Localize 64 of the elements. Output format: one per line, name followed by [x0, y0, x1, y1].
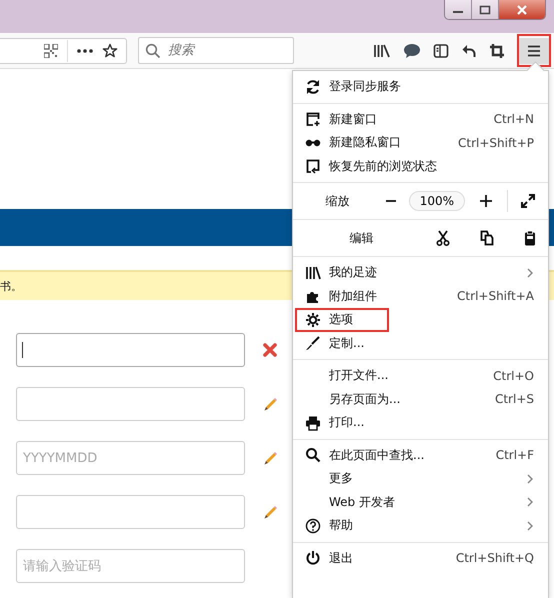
copy-button[interactable]	[480, 230, 494, 246]
menu-item[interactable]: 我的足迹	[295, 261, 548, 284]
sync-icon	[305, 78, 321, 95]
scissors-icon	[436, 230, 450, 246]
cut-button[interactable]	[436, 230, 450, 246]
menu-icon	[519, 38, 549, 64]
menu-item[interactable]: 选项	[295, 308, 389, 332]
input-field[interactable]	[16, 495, 245, 529]
menu-item[interactable]: 打开文件... Ctrl+O	[295, 364, 548, 388]
brush-icon	[305, 335, 321, 352]
menu-item[interactable]: 另存页面为... Ctrl+S	[295, 388, 548, 411]
more-icon[interactable]	[77, 48, 93, 52]
zoom-reset-button[interactable]: 100%	[408, 191, 466, 211]
expand-icon	[520, 193, 536, 209]
new-window-icon	[305, 111, 321, 128]
plus-icon	[479, 194, 494, 208]
paste-button[interactable]	[524, 230, 536, 246]
menu-item[interactable]: 登录同步服务	[295, 75, 548, 98]
menu-item[interactable]: 恢复先前的浏览状态	[295, 154, 548, 178]
menu-item[interactable]: 附加组件 Ctrl+Shift+A	[295, 284, 548, 308]
zoom-label: 缩放	[325, 192, 350, 210]
maximize-button[interactable]	[472, 0, 499, 19]
menu-item[interactable]: 在此页面中查找... Ctrl+F	[295, 444, 548, 467]
help-icon	[305, 518, 321, 534]
settings-icon	[305, 312, 321, 328]
library-icon	[305, 264, 321, 281]
menu-button[interactable]	[517, 34, 551, 67]
power-icon	[305, 550, 321, 566]
menu-item[interactable]: 新建窗口 Ctrl+N	[295, 108, 548, 131]
library-icon[interactable]	[373, 42, 391, 58]
text-cursor	[22, 342, 23, 358]
search-field[interactable]: 搜索	[138, 37, 294, 64]
crop-icon[interactable]	[489, 42, 505, 58]
clipboard-icon	[524, 230, 536, 246]
restore-window-icon	[305, 158, 321, 174]
menu-item[interactable]: 打印...	[295, 411, 548, 434]
close-icon	[516, 4, 528, 14]
fullscreen-button[interactable]	[520, 193, 536, 209]
menu-item[interactable]: 退出 Ctrl+Shift+Q	[295, 546, 548, 570]
sidebar-icon[interactable]	[433, 42, 449, 58]
close-button[interactable]	[499, 0, 545, 19]
search-icon	[305, 447, 321, 464]
menu-item[interactable]: 帮助	[295, 514, 548, 538]
menu-item[interactable]: Web 开发者	[295, 490, 548, 514]
minimize-button[interactable]	[445, 0, 472, 19]
search-icon	[145, 43, 161, 59]
menu-item[interactable]: 定制...	[295, 332, 548, 355]
input-field[interactable]	[16, 333, 245, 367]
input-field[interactable]: 请输入验证码	[16, 549, 245, 583]
address-bar[interactable]	[0, 38, 127, 64]
menu-item[interactable]: 新建隐私窗口 Ctrl+Shift+P	[295, 131, 548, 154]
menu-item[interactable]: 更多	[295, 467, 548, 490]
undo-icon[interactable]	[461, 42, 477, 58]
input-field[interactable]	[16, 387, 245, 421]
input-field[interactable]: YYYYMMDD	[16, 441, 245, 475]
notice-text: 书。	[0, 278, 22, 294]
maximize-icon	[479, 4, 491, 14]
chat-bubble-icon[interactable]	[403, 42, 421, 58]
edit-label: 编辑	[350, 230, 375, 246]
copy-icon	[480, 230, 494, 246]
qr-code-icon[interactable]	[44, 44, 58, 58]
printer-icon	[305, 414, 321, 431]
star-icon[interactable]	[102, 42, 118, 58]
zoom-in-button[interactable]	[479, 194, 494, 208]
